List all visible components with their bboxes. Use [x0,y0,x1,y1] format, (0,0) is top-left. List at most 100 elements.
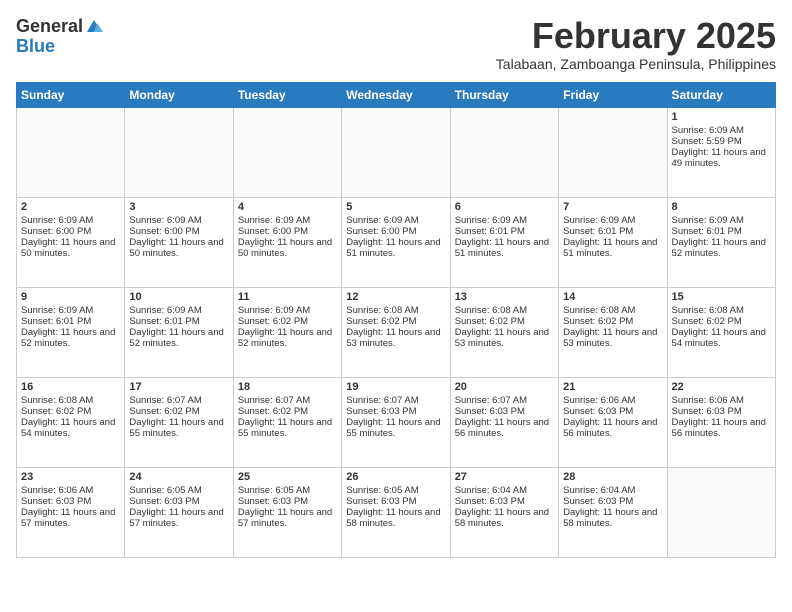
day-info-line: Sunrise: 6:06 AM [563,395,662,406]
day-info-line: Sunset: 6:03 PM [455,406,554,417]
day-info-line: Daylight: 11 hours and 54 minutes. [21,417,120,439]
day-cell-15: 15Sunrise: 6:08 AMSunset: 6:02 PMDayligh… [667,287,775,377]
day-info-line: Daylight: 11 hours and 58 minutes. [455,507,554,529]
day-info-line: Daylight: 11 hours and 54 minutes. [672,327,771,349]
day-cell-16: 16Sunrise: 6:08 AMSunset: 6:02 PMDayligh… [17,377,125,467]
empty-cell [450,107,558,197]
title-block: February 2025 Talabaan, Zamboanga Penins… [496,16,776,72]
month-title: February 2025 [496,16,776,56]
day-number: 3 [129,201,228,213]
day-info-line: Sunrise: 6:05 AM [129,485,228,496]
day-info-line: Sunset: 6:00 PM [21,226,120,237]
day-info-line: Sunrise: 6:09 AM [455,215,554,226]
day-info-line: Sunrise: 6:09 AM [129,215,228,226]
day-cell-27: 27Sunrise: 6:04 AMSunset: 6:03 PMDayligh… [450,467,558,557]
page-header: General Blue February 2025 Talabaan, Zam… [16,16,776,72]
day-info-line: Sunset: 6:02 PM [21,406,120,417]
logo: General Blue [16,16,103,55]
day-number: 20 [455,381,554,393]
location-text: Talabaan, Zamboanga Peninsula, Philippin… [496,56,776,72]
day-info-line: Sunset: 6:01 PM [455,226,554,237]
weekday-header-wednesday: Wednesday [342,82,450,107]
day-info-line: Sunset: 6:03 PM [455,496,554,507]
day-info-line: Daylight: 11 hours and 57 minutes. [21,507,120,529]
day-info-line: Sunset: 6:00 PM [238,226,337,237]
day-info-line: Daylight: 11 hours and 50 minutes. [129,237,228,259]
day-cell-2: 2Sunrise: 6:09 AMSunset: 6:00 PMDaylight… [17,197,125,287]
day-info-line: Sunset: 6:01 PM [672,226,771,237]
day-info-line: Daylight: 11 hours and 55 minutes. [129,417,228,439]
day-number: 6 [455,201,554,213]
day-cell-20: 20Sunrise: 6:07 AMSunset: 6:03 PMDayligh… [450,377,558,467]
day-number: 21 [563,381,662,393]
day-number: 25 [238,471,337,483]
day-info-line: Sunset: 6:02 PM [563,316,662,327]
day-cell-22: 22Sunrise: 6:06 AMSunset: 6:03 PMDayligh… [667,377,775,467]
day-number: 15 [672,291,771,303]
day-cell-21: 21Sunrise: 6:06 AMSunset: 6:03 PMDayligh… [559,377,667,467]
day-number: 19 [346,381,445,393]
day-info-line: Sunrise: 6:06 AM [21,485,120,496]
day-info-line: Sunrise: 6:07 AM [238,395,337,406]
day-info-line: Sunset: 6:03 PM [238,496,337,507]
day-number: 11 [238,291,337,303]
day-info-line: Daylight: 11 hours and 52 minutes. [21,327,120,349]
day-info-line: Sunrise: 6:07 AM [455,395,554,406]
day-info-line: Sunset: 6:03 PM [563,496,662,507]
day-number: 23 [21,471,120,483]
day-number: 9 [21,291,120,303]
day-cell-5: 5Sunrise: 6:09 AMSunset: 6:00 PMDaylight… [342,197,450,287]
day-info-line: Daylight: 11 hours and 58 minutes. [346,507,445,529]
day-info-line: Sunset: 6:02 PM [346,316,445,327]
empty-cell [233,107,341,197]
day-info-line: Daylight: 11 hours and 56 minutes. [672,417,771,439]
day-number: 8 [672,201,771,213]
day-cell-13: 13Sunrise: 6:08 AMSunset: 6:02 PMDayligh… [450,287,558,377]
day-number: 26 [346,471,445,483]
day-info-line: Daylight: 11 hours and 52 minutes. [238,327,337,349]
day-cell-26: 26 Sunrise: 6:05 AMSunset: 6:03 PMDayligh… [342,467,450,557]
empty-cell [342,107,450,197]
empty-cell [559,107,667,197]
day-number: 7 [563,201,662,213]
day-info-line: Daylight: 11 hours and 55 minutes. [346,417,445,439]
day-info-line: Sunset: 6:03 PM [346,406,445,417]
day-info-line: Daylight: 11 hours and 57 minutes. [129,507,228,529]
day-info-line: Sunrise: 6:05 AM [238,485,337,496]
day-cell-6: 6Sunrise: 6:09 AMSunset: 6:01 PMDaylight… [450,197,558,287]
day-cell-1: 1Sunrise: 6:09 AMSunset: 5:59 PMDaylight… [667,107,775,197]
day-info-line: Sunset: 6:03 PM [346,496,445,507]
day-info-line: Sunrise: 6:04 AM [563,485,662,496]
day-cell-28: 28Sunrise: 6:04 AMSunset: 6:03 PMDayligh… [559,467,667,557]
day-info-line: Daylight: 11 hours and 56 minutes. [563,417,662,439]
week-row-1: 1Sunrise: 6:09 AMSunset: 5:59 PMDaylight… [17,107,776,197]
day-info-line: Sunrise: 6:05 AM [346,485,445,496]
day-info-line: Daylight: 11 hours and 49 minutes. [672,147,771,169]
day-info-line: Sunrise: 6:09 AM [672,215,771,226]
week-row-2: 2Sunrise: 6:09 AMSunset: 6:00 PMDaylight… [17,197,776,287]
day-info-line: Daylight: 11 hours and 53 minutes. [563,327,662,349]
day-cell-19: 19Sunrise: 6:07 AMSunset: 6:03 PMDayligh… [342,377,450,467]
day-info-line: Sunset: 6:00 PM [129,226,228,237]
day-info-line: Daylight: 11 hours and 50 minutes. [238,237,337,259]
day-info-line: Sunrise: 6:09 AM [238,305,337,316]
day-info-line: Sunset: 6:02 PM [238,316,337,327]
day-info-line: Sunset: 5:59 PM [672,136,771,147]
day-info-line: Sunset: 6:01 PM [129,316,228,327]
day-cell-7: 7Sunrise: 6:09 AMSunset: 6:01 PMDaylight… [559,197,667,287]
logo-blue-text: Blue [16,37,55,55]
day-info-line: Sunrise: 6:09 AM [21,305,120,316]
day-number: 18 [238,381,337,393]
empty-cell [667,467,775,557]
day-info-line: Sunset: 6:03 PM [21,496,120,507]
day-number: 16 [21,381,120,393]
day-info-line: Daylight: 11 hours and 57 minutes. [238,507,337,529]
day-number: 17 [129,381,228,393]
weekday-header-friday: Friday [559,82,667,107]
day-info-line: Sunset: 6:02 PM [672,316,771,327]
day-info-line: Sunrise: 6:09 AM [21,215,120,226]
day-cell-25: 25 Sunrise: 6:05 AMSunset: 6:03 PMDayligh… [233,467,341,557]
day-info-line: Daylight: 11 hours and 53 minutes. [346,327,445,349]
day-info-line: Sunset: 6:02 PM [455,316,554,327]
day-number: 28 [563,471,662,483]
